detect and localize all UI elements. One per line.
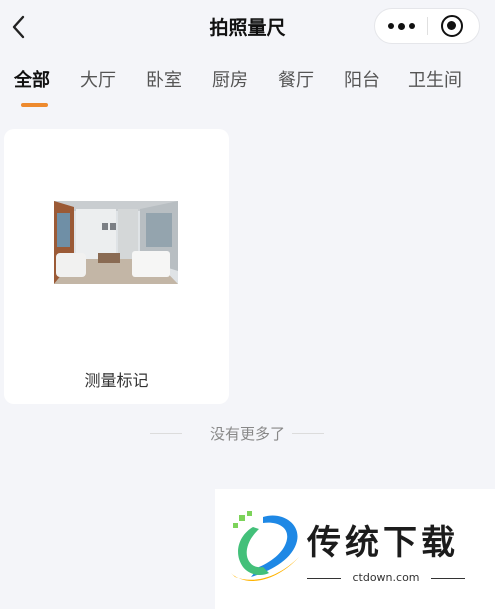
divider-right <box>292 433 324 434</box>
tab-balcony[interactable]: 阳台 <box>344 66 380 92</box>
watermark-name: 传统下载 <box>307 523 459 563</box>
mini-program-capsule <box>374 8 480 44</box>
category-tabs: 全部 大厅 卧室 厨房 餐厅 阳台 卫生间 <box>0 62 495 110</box>
more-dots-icon <box>387 23 394 29</box>
end-of-list: 没有更多了 <box>0 423 495 445</box>
watermark-domain-row: ctdown.com <box>307 571 465 585</box>
room-photo <box>54 201 178 284</box>
tab-kitchen[interactable]: 厨房 <box>212 66 248 92</box>
chevron-left-icon <box>12 15 25 39</box>
close-target-icon[interactable] <box>441 15 463 37</box>
tab-bedroom[interactable]: 卧室 <box>146 66 182 92</box>
measurement-card[interactable]: 测量标记 <box>4 129 229 404</box>
tab-all[interactable]: 全部 <box>14 66 50 92</box>
ctdown-logo-icon <box>231 511 299 581</box>
tab-dining-room[interactable]: 餐厅 <box>278 66 314 92</box>
tab-living-room[interactable]: 大厅 <box>80 66 116 92</box>
more-button[interactable] <box>375 9 427 43</box>
nav-bar: 拍照量尺 <box>0 0 495 54</box>
active-tab-indicator <box>21 103 48 107</box>
capsule-divider <box>427 17 428 35</box>
back-button[interactable] <box>8 10 32 44</box>
card-label: 测量标记 <box>84 371 149 390</box>
no-more-text: 没有更多了 <box>209 425 285 443</box>
tab-bathroom[interactable]: 卫生间 <box>408 66 462 92</box>
watermark: 传统下载 ctdown.com <box>215 489 495 609</box>
